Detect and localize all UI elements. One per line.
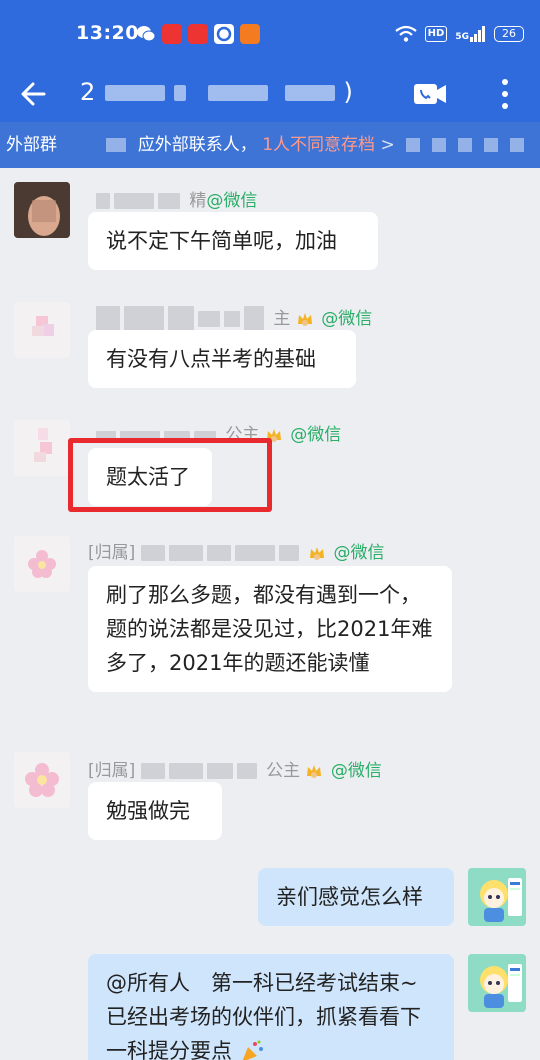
avatar[interactable] — [14, 182, 70, 238]
avatar[interactable] — [14, 536, 70, 592]
status-bar: 13:20 HD 5G 26 — [0, 0, 540, 70]
clock: 13:20 — [76, 22, 139, 44]
group-type-label: 外部群 — [6, 135, 57, 155]
shopping-app-icon — [240, 24, 260, 44]
sender-name: 主 @微信 — [96, 304, 372, 332]
hd-badge: HD — [424, 26, 448, 42]
avatar[interactable] — [14, 302, 70, 358]
my-avatar[interactable] — [468, 868, 526, 926]
video-app-icon — [188, 24, 208, 44]
redacted-text — [104, 85, 165, 101]
crown-icon — [307, 765, 322, 778]
message-bubble[interactable]: 刷了那么多题，都没有遇到一个，题的说法都是没见过，比2021年难多了，2021年… — [88, 566, 452, 692]
message-bubble[interactable]: 勉强做完 — [88, 782, 222, 840]
archive-warning: 1人不同意存档 — [262, 135, 376, 155]
chat-title: 2 ) — [80, 78, 354, 106]
message-bubble[interactable]: 题太活了 — [88, 448, 212, 506]
signal-icon: 5G — [455, 26, 486, 42]
sender-name: 公主 @微信 — [96, 420, 341, 445]
news-app-icon — [162, 24, 182, 44]
sender-name: [归属] 公主 @微信 — [88, 761, 382, 781]
back-button[interactable] — [16, 76, 52, 112]
sender-name: [归属] @微信 — [88, 543, 385, 563]
crown-icon — [297, 313, 312, 326]
avatar[interactable] — [14, 752, 70, 808]
arrow-left-icon — [21, 82, 46, 106]
video-call-button[interactable] — [411, 76, 449, 112]
wechat-icon — [136, 24, 156, 44]
wifi-icon — [394, 25, 417, 42]
more-options-button[interactable] — [490, 76, 520, 112]
more-vertical-icon — [502, 79, 508, 109]
my-message-bubble[interactable]: @所有人 第一科已经考试结束~已经出考场的伙伴们，抓紧看看下一科提分要点 — [88, 954, 454, 1060]
sender-name: 精@微信 — [96, 186, 257, 211]
my-message-bubble[interactable]: 亲们感觉怎么样 — [258, 868, 454, 926]
message-bubble[interactable]: 说不定下午简单呢，加油 — [88, 212, 378, 270]
battery-indicator: 26 — [494, 26, 524, 42]
avatar[interactable] — [14, 420, 70, 476]
party-popper-icon — [242, 1040, 263, 1060]
chevron-right-icon: > — [380, 135, 395, 155]
video-camera-icon — [414, 84, 446, 104]
crown-icon — [310, 547, 325, 560]
crown-icon — [266, 429, 281, 442]
browser-app-icon — [214, 24, 234, 44]
chat-header: 2 ) — [0, 70, 540, 122]
my-avatar[interactable] — [468, 954, 526, 1012]
archive-notice-bar[interactable]: 外部群 应外部联系人， 1人不同意存档 > — [0, 122, 540, 168]
message-bubble[interactable]: 有没有八点半考的基础 — [88, 330, 356, 388]
